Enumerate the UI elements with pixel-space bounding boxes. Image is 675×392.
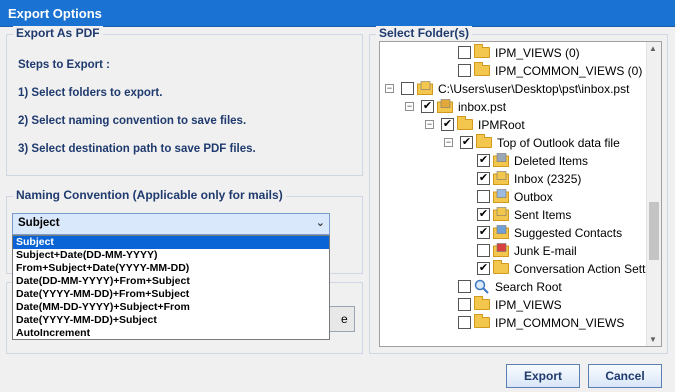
tree-item-label: Search Root [495, 280, 562, 294]
tree-checkbox[interactable] [458, 46, 471, 59]
tree-checkbox[interactable] [477, 154, 490, 167]
folder-icon [493, 260, 509, 274]
scroll-down-icon[interactable]: ▼ [649, 335, 657, 344]
collapse-icon[interactable]: − [444, 138, 453, 147]
folder-icon [474, 44, 490, 58]
naming-convention-select[interactable]: Subject ⌄ [12, 213, 330, 235]
select-folders-title: Select Folder(s) [376, 26, 473, 40]
inbox-icon [493, 171, 509, 185]
export-button[interactable]: Export [506, 364, 580, 388]
tree-checkbox[interactable] [421, 100, 434, 113]
tree-item-label: Junk E-mail [514, 244, 577, 258]
tree-item-label: Outbox [514, 190, 553, 204]
tree-item-label: IPMRoot [478, 118, 525, 132]
open-folder-icon [417, 81, 433, 95]
naming-convention-selected: Subject [18, 217, 60, 229]
tree-checkbox[interactable] [458, 280, 471, 293]
tree-item[interactable]: Search Root [380, 278, 661, 296]
tree-item[interactable]: − IPMRoot [380, 116, 661, 134]
tree-item[interactable]: Sent Items [380, 206, 661, 224]
folder-tree[interactable]: IPM_VIEWS (0) IPM_COMMON_VIEWS (0) − C:\Use… [379, 41, 662, 347]
cancel-button[interactable]: Cancel [588, 364, 662, 388]
contacts-icon [493, 225, 509, 239]
collapse-icon[interactable]: − [405, 102, 414, 111]
tree-checkbox[interactable] [401, 82, 414, 95]
tree-item[interactable]: IPM_COMMON_VIEWS (0) [380, 62, 661, 80]
tree-item-label: Suggested Contacts [514, 226, 623, 240]
tree-item[interactable]: − C:\Users\user\Desktop\pst\inbox.pst [380, 80, 661, 98]
collapse-icon[interactable]: − [385, 84, 394, 93]
tree-checkbox[interactable] [458, 316, 471, 329]
naming-option[interactable]: AutoIncrement [13, 327, 329, 340]
tree-item-label: Conversation Action Setti [514, 262, 649, 276]
tree-checkbox[interactable] [477, 208, 490, 221]
search-icon [474, 279, 490, 294]
browse-button-label: e [341, 312, 348, 326]
tree-checkbox[interactable] [458, 298, 471, 311]
step-1: 1) Select folders to export. [18, 87, 163, 99]
window-title: Export Options [0, 0, 675, 27]
tree-item[interactable]: IPM_VIEWS (0) [380, 44, 661, 62]
tree-item[interactable]: − Top of Outlook data file [380, 134, 661, 152]
step-3: 3) Select destination path to save PDF f… [18, 143, 256, 155]
tree-item-label: Sent Items [514, 208, 572, 222]
tree-item-label: Deleted Items [514, 154, 589, 168]
naming-option[interactable]: Subject [13, 236, 329, 249]
tree-item-label: Top of Outlook data file [497, 136, 620, 150]
tree-checkbox[interactable] [477, 190, 490, 203]
tree-checkbox[interactable] [460, 136, 473, 149]
tree-checkbox[interactable] [477, 172, 490, 185]
tree-checkbox[interactable] [477, 226, 490, 239]
tree-item[interactable]: Junk E-mail [380, 242, 661, 260]
folder-icon [474, 62, 490, 76]
tree-item[interactable]: Conversation Action Setti [380, 260, 661, 278]
scroll-up-icon[interactable]: ▲ [649, 44, 657, 53]
naming-convention-title: Naming Convention (Applicable only for m… [13, 188, 286, 202]
folder-icon [457, 116, 473, 130]
tree-item[interactable]: Inbox (2325) [380, 170, 661, 188]
tree-item-label: IPM_COMMON_VIEWS (0) [495, 64, 643, 78]
naming-option[interactable]: Date(MM-DD-YYYY)+Subject+From [13, 301, 329, 314]
tree-scrollbar[interactable]: ▲ ▼ [646, 42, 661, 346]
naming-option[interactable]: Subject+Date(DD-MM-YYYY) [13, 249, 329, 262]
naming-option[interactable]: From+Subject+Date(YYYY-MM-DD) [13, 262, 329, 275]
export-as-pdf-title: Export As PDF [13, 26, 103, 40]
folder-icon [476, 134, 492, 148]
tree-item-label: C:\Users\user\Desktop\pst\inbox.pst [438, 82, 630, 96]
step-2: 2) Select naming convention to save file… [18, 115, 247, 127]
naming-option[interactable]: Date(DD-MM-YYYY)+From+Subject [13, 275, 329, 288]
naming-option[interactable]: Date(YYYY-MM-DD)+From+Subject [13, 288, 329, 301]
junk-email-icon [493, 243, 509, 257]
outbox-icon [493, 189, 509, 203]
tree-item-label: inbox.pst [458, 100, 507, 114]
sent-items-icon [493, 207, 509, 221]
tree-item[interactable]: Deleted Items [380, 152, 661, 170]
pst-icon [437, 99, 453, 113]
tree-item[interactable]: Suggested Contacts [380, 224, 661, 242]
tree-item-label: Inbox (2325) [514, 172, 582, 186]
tree-checkbox[interactable] [458, 64, 471, 77]
tree-checkbox[interactable] [477, 262, 490, 275]
tree-checkbox[interactable] [441, 118, 454, 131]
tree-item[interactable]: Outbox [380, 188, 661, 206]
tree-checkbox[interactable] [477, 244, 490, 257]
deleted-items-icon [493, 153, 509, 167]
folder-icon [474, 314, 490, 328]
tree-item-label: IPM_VIEWS (0) [495, 46, 580, 60]
steps-heading: Steps to Export : [18, 59, 111, 71]
tree-item-label: IPM_VIEWS [495, 298, 562, 312]
naming-convention-dropdown: Subject Subject+Date(DD-MM-YYYY) From+Su… [12, 235, 330, 340]
folder-icon [474, 296, 490, 310]
tree-item[interactable]: IPM_VIEWS [380, 296, 661, 314]
tree-item-label: IPM_COMMON_VIEWS [495, 316, 625, 330]
tree-item[interactable]: IPM_COMMON_VIEWS [380, 314, 661, 332]
chevron-down-icon[interactable]: ⌄ [316, 216, 325, 229]
tree-item[interactable]: − inbox.pst [380, 98, 661, 116]
naming-option[interactable]: Date(YYYY-MM-DD)+Subject [13, 314, 329, 327]
collapse-icon[interactable]: − [425, 120, 434, 129]
export-as-pdf-group: Export As PDF Steps to Export : 1) Selec… [6, 26, 363, 176]
scroll-thumb[interactable] [649, 202, 659, 260]
